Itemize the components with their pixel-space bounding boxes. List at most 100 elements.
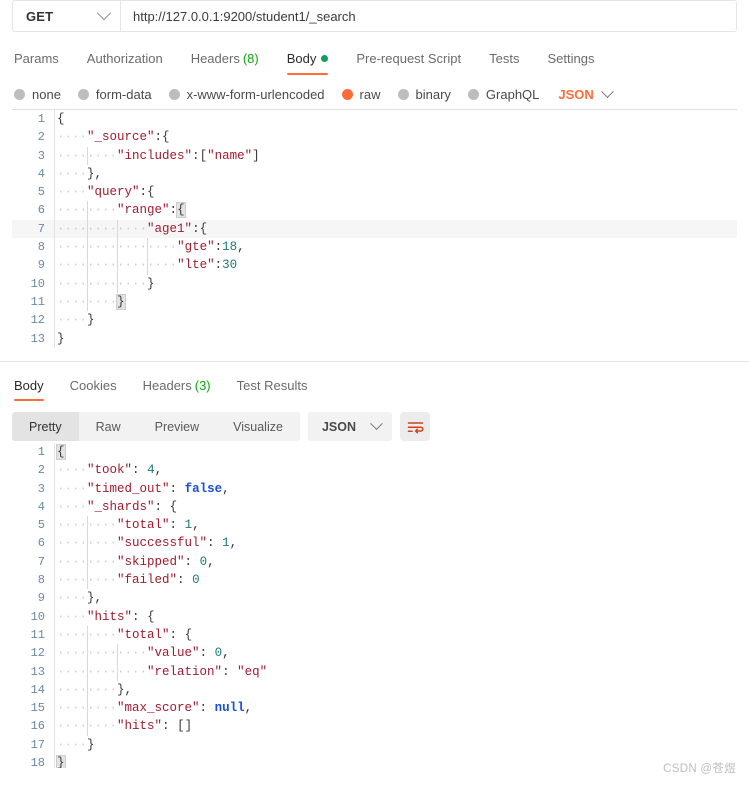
code-text: ····"_source":{	[54, 128, 737, 147]
response-tab-cookies[interactable]: Cookies	[57, 378, 130, 401]
response-tab-test-results[interactable]: Test Results	[224, 378, 321, 401]
code-line: 12 ····}	[12, 311, 737, 330]
http-method-select[interactable]: GET	[13, 1, 121, 31]
response-view-visualize[interactable]: Visualize	[216, 412, 300, 441]
tab-headers-label: Headers	[190, 51, 240, 66]
line-number: 16	[30, 719, 45, 734]
body-type-form-data[interactable]: form-data	[77, 87, 152, 102]
code-line: 10 ············}	[12, 274, 737, 293]
line-number: 8	[37, 240, 45, 255]
code-text: ········"range":{	[54, 201, 737, 220]
code-text: {	[54, 110, 737, 129]
tab-tests-label: Tests	[489, 51, 520, 66]
code-line: 9 ····},	[12, 589, 737, 608]
line-number: 4	[37, 499, 45, 514]
code-text: ····}	[54, 735, 737, 755]
code-line: 15 ········"max_score": null,	[12, 699, 737, 718]
code-line: 18}	[12, 754, 737, 768]
tab-headers[interactable]: Headers (8)	[177, 51, 273, 75]
body-type-graphql-label: GraphQL	[485, 86, 540, 102]
request-url-input[interactable]: http://127.0.0.1:9200/student1/_search	[121, 1, 736, 31]
radio-selected-icon	[341, 88, 353, 100]
code-line: 9 ················"lte":30	[12, 256, 737, 275]
response-tab-headers-count: (3)	[194, 378, 211, 393]
code-line: 2 ····"_source":{	[12, 128, 737, 147]
body-type-urlencoded-label: x-www-form-urlencoded	[186, 86, 325, 102]
request-tabs: Params Authorization Headers (8) Body Pre…	[12, 43, 737, 75]
code-text: ············"relation": "eq"	[54, 662, 737, 681]
radio-icon	[168, 88, 180, 100]
tab-params[interactable]: Params	[12, 51, 73, 75]
line-number: 11	[30, 627, 45, 642]
line-number: 11	[30, 294, 45, 309]
chevron-down-icon	[96, 6, 112, 21]
code-line: 3 ····"timed_out": false,	[12, 479, 737, 498]
tab-pre-request-script[interactable]: Pre-request Script	[342, 51, 475, 75]
request-body-editor[interactable]: 1{2 ····"_source":{3 ········"includes":["…	[12, 109, 737, 351]
line-number: 1	[37, 445, 45, 459]
code-text: ····},	[54, 589, 737, 608]
response-tab-body[interactable]: Body	[12, 378, 57, 401]
body-type-binary[interactable]: binary	[397, 86, 451, 102]
watermark: CSDN @苍煜	[663, 763, 736, 775]
response-format-label: JSON	[321, 419, 356, 434]
code-text: }	[54, 329, 737, 348]
line-number: 2	[37, 130, 45, 145]
code-line: 8 ················"gte":18,	[12, 238, 737, 257]
body-type-none-label: none	[32, 86, 61, 102]
tab-authorization-label: Authorization	[86, 51, 163, 66]
body-type-binary-label: binary	[415, 86, 451, 102]
line-number: 12	[30, 313, 45, 328]
line-number: 15	[30, 701, 45, 716]
response-tabs: Body Cookies Headers (3) Test Results	[12, 371, 737, 401]
code-line: 3 ········"includes":["name"]	[12, 146, 737, 165]
code-text: ········"failed": 0	[54, 571, 737, 590]
code-line: 17 ····}	[12, 735, 737, 755]
tab-headers-count: (8)	[242, 51, 259, 66]
tab-settings[interactable]: Settings	[533, 51, 608, 75]
radio-icon	[77, 88, 89, 100]
tab-authorization[interactable]: Authorization	[73, 51, 177, 75]
line-number: 9	[37, 258, 45, 273]
code-line: 5 ····"query":{	[12, 183, 737, 202]
response-tab-test-results-label: Test Results	[236, 378, 308, 393]
line-number: 3	[37, 481, 45, 496]
response-view-preview[interactable]: Preview	[138, 412, 216, 441]
code-text: ····"_shards": {	[54, 497, 737, 517]
code-line: 16 ········"hits": []	[12, 717, 737, 736]
line-number: 12	[30, 646, 45, 661]
body-type-none[interactable]: none	[14, 87, 61, 102]
body-format-select[interactable]: JSON	[558, 84, 614, 102]
code-text: ········"successful": 1,	[54, 534, 737, 553]
code-text: ····"hits": {	[54, 607, 737, 626]
response-view-toolbar: Pretty Raw Preview Visualize JSON	[12, 412, 737, 441]
radio-icon	[467, 88, 479, 100]
body-type-raw[interactable]: raw	[341, 87, 381, 102]
code-text: ········},	[54, 680, 737, 700]
code-text: ········"includes":["name"]	[54, 146, 737, 165]
word-wrap-button[interactable]	[400, 412, 430, 441]
response-body-viewer[interactable]: 1{2 ····"took": 4, 3 ····"timed_out": false…	[12, 443, 737, 768]
response-view-visualize-label: Visualize	[233, 419, 283, 434]
response-view-pretty[interactable]: Pretty	[12, 412, 79, 441]
code-line: 8 ········"failed": 0	[12, 571, 737, 590]
code-line: 7 ········"skipped": 0,	[12, 552, 737, 572]
pane-divider	[0, 361, 749, 362]
line-number: 5	[37, 518, 45, 533]
line-number: 9	[37, 591, 45, 606]
code-text: ····"query":{	[54, 183, 737, 202]
body-type-urlencoded[interactable]: x-www-form-urlencoded	[168, 86, 325, 102]
line-number: 13	[30, 331, 45, 346]
response-tab-headers[interactable]: Headers (3)	[130, 378, 224, 401]
body-modified-dot-icon	[321, 55, 329, 62]
response-view-raw[interactable]: Raw	[79, 412, 138, 441]
tab-tests[interactable]: Tests	[475, 51, 533, 75]
body-type-graphql[interactable]: GraphQL	[467, 86, 540, 102]
code-line: 11 ········}	[12, 292, 737, 312]
radio-icon	[14, 88, 25, 100]
response-format-select[interactable]: JSON	[307, 412, 392, 441]
response-view-segmented-control: Pretty Raw Preview Visualize	[12, 412, 300, 441]
tab-body[interactable]: Body	[273, 51, 343, 75]
code-text: ········"hits": []	[54, 717, 737, 736]
line-number: 5	[37, 185, 45, 200]
